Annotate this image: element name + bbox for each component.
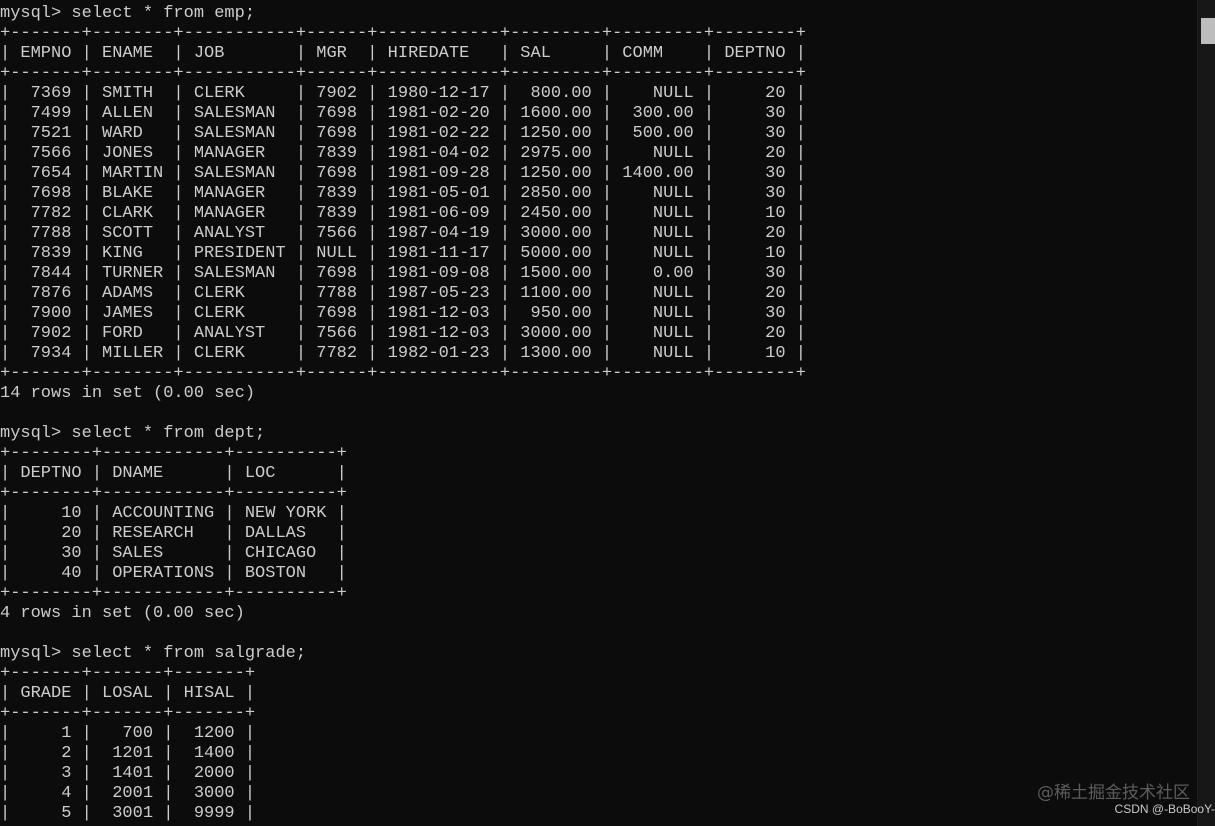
terminal-line: mysql> select * from emp;: [0, 4, 256, 23]
terminal-line: | 30 | SALES | CHICAGO |: [0, 544, 347, 563]
terminal-line: | 40 | OPERATIONS | BOSTON |: [0, 564, 347, 583]
terminal-line: +-------+--------+-----------+------+---…: [0, 364, 806, 383]
terminal-line: 4 rows in set (0.00 sec): [0, 604, 245, 623]
terminal-line: +--------+------------+----------+: [0, 444, 347, 463]
terminal-line: +--------+------------+----------+: [0, 484, 347, 503]
terminal-line: | 2 | 1201 | 1400 |: [0, 744, 256, 763]
terminal-window[interactable]: mysql> select * from emp; +-------+-----…: [0, 0, 1197, 826]
terminal-line: | 7698 | BLAKE | MANAGER | 7839 | 1981-0…: [0, 184, 806, 203]
terminal-line: | 7369 | SMITH | CLERK | 7902 | 1980-12-…: [0, 84, 806, 103]
terminal-output: mysql> select * from emp; +-------+-----…: [0, 4, 806, 824]
terminal-line: | 20 | RESEARCH | DALLAS |: [0, 524, 347, 543]
watermark-juejin: @稀土掘金技术社区: [1037, 783, 1190, 803]
terminal-line: | 7900 | JAMES | CLERK | 7698 | 1981-12-…: [0, 304, 806, 323]
terminal-line: +--------+------------+----------+: [0, 584, 347, 603]
terminal-line: | 7902 | FORD | ANALYST | 7566 | 1981-12…: [0, 324, 806, 343]
terminal-line: | 7839 | KING | PRESIDENT | NULL | 1981-…: [0, 244, 806, 263]
terminal-line: | 10 | ACCOUNTING | NEW YORK |: [0, 504, 347, 523]
terminal-line: | 7844 | TURNER | SALESMAN | 7698 | 1981…: [0, 264, 806, 283]
terminal-line: | GRADE | LOSAL | HISAL |: [0, 684, 256, 703]
vertical-scrollbar[interactable]: [1197, 0, 1215, 826]
terminal-line: 14 rows in set (0.00 sec): [0, 384, 256, 403]
terminal-line: +-------+--------+-----------+------+---…: [0, 64, 806, 83]
terminal-line: | 7782 | CLARK | MANAGER | 7839 | 1981-0…: [0, 204, 806, 223]
terminal-line: | 7521 | WARD | SALESMAN | 7698 | 1981-0…: [0, 124, 806, 143]
terminal-line: | 7654 | MARTIN | SALESMAN | 7698 | 1981…: [0, 164, 806, 183]
terminal-line: mysql> select * from dept;: [0, 424, 266, 443]
terminal-line: +-------+--------+-----------+------+---…: [0, 24, 806, 43]
terminal-line: | 7788 | SCOTT | ANALYST | 7566 | 1987-0…: [0, 224, 806, 243]
terminal-line: +-------+-------+-------+: [0, 704, 256, 723]
terminal-line: | DEPTNO | DNAME | LOC |: [0, 464, 347, 483]
terminal-line: +-------+-------+-------+: [0, 664, 256, 683]
terminal-line: | 3 | 1401 | 2000 |: [0, 764, 256, 783]
terminal-line: | 5 | 3001 | 9999 |: [0, 804, 256, 823]
watermark-csdn: CSDN @-BoBooY-: [1114, 802, 1215, 816]
terminal-line: | EMPNO | ENAME | JOB | MGR | HIREDATE |…: [0, 44, 806, 63]
terminal-line: | 7934 | MILLER | CLERK | 7782 | 1982-01…: [0, 344, 806, 363]
terminal-line: | 7499 | ALLEN | SALESMAN | 7698 | 1981-…: [0, 104, 806, 123]
scrollbar-thumb[interactable]: [1201, 18, 1215, 44]
terminal-line: | 4 | 2001 | 3000 |: [0, 784, 256, 803]
terminal-line: | 1 | 700 | 1200 |: [0, 724, 256, 743]
terminal-line: | 7566 | JONES | MANAGER | 7839 | 1981-0…: [0, 144, 806, 163]
terminal-line: | 7876 | ADAMS | CLERK | 7788 | 1987-05-…: [0, 284, 806, 303]
terminal-line: mysql> select * from salgrade;: [0, 644, 307, 663]
